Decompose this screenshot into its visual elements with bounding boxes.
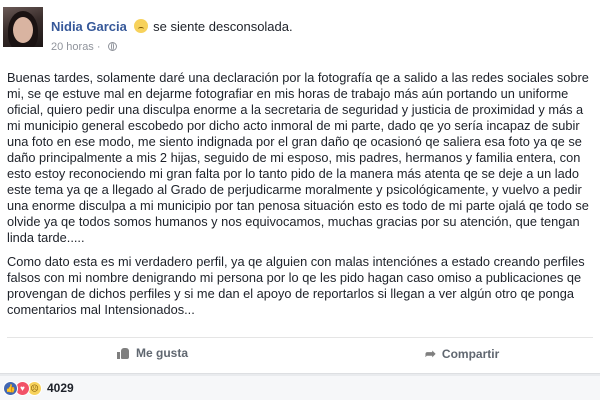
avatar-face (13, 17, 33, 43)
post-meta: 20 horas · (51, 41, 117, 53)
facebook-post: Nidia Garcia se siente desconsolada. 20 … (0, 0, 600, 374)
reaction-count[interactable]: 4029 (47, 381, 74, 395)
like-reaction-icon: 👍 (3, 381, 18, 396)
like-label: Me gusta (136, 346, 189, 360)
author-avatar[interactable] (3, 7, 43, 47)
share-label: Compartir (441, 347, 500, 361)
like-button[interactable]: Me gusta (117, 346, 188, 360)
separator-dot: · (96, 41, 101, 53)
post-timestamp[interactable]: 20 horas (51, 41, 94, 53)
post-paragraph-2: Como dato esta es mi verdadero perfil, y… (7, 254, 585, 317)
post-body: Buenas tardes, solamente daré una declar… (7, 70, 595, 326)
feeling-text: se siente desconsolada. (153, 19, 293, 34)
actions-divider (7, 337, 593, 338)
post-paragraph-1: Buenas tardes, solamente daré una declar… (7, 70, 589, 245)
sad-emoji-icon (133, 19, 148, 33)
reactions-bar[interactable]: 👍 ♥ ☹ 4029 (0, 376, 600, 400)
globe-icon[interactable] (107, 42, 117, 51)
thumbs-up-icon (117, 347, 130, 359)
share-arrow-icon: ➦ (425, 346, 436, 361)
share-button[interactable]: ➦ Compartir (425, 346, 499, 362)
post-header: Nidia Garcia se siente desconsolada. (51, 19, 293, 34)
author-name-link[interactable]: Nidia Garcia (51, 19, 127, 34)
